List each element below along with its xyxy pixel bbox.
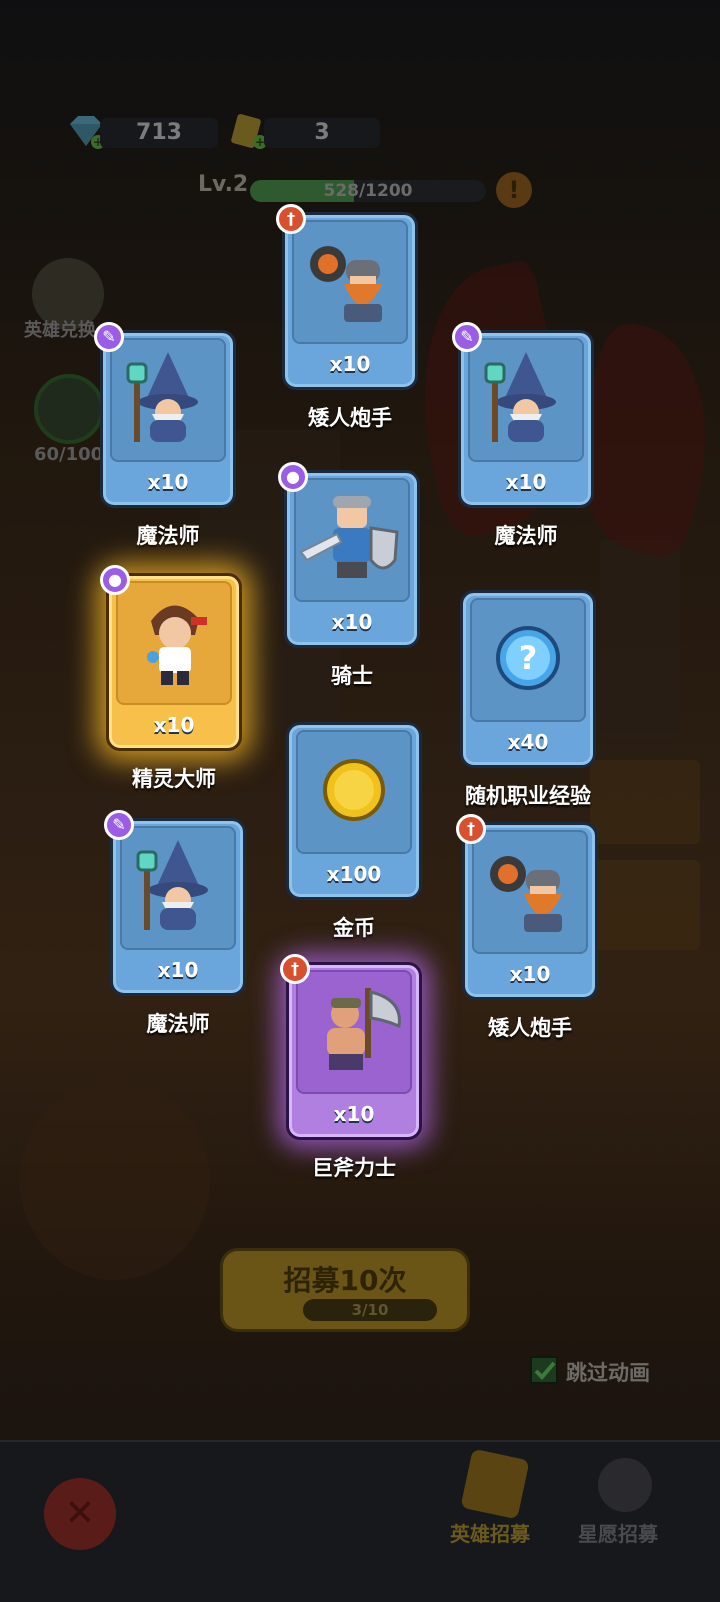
recruit-scroll-icon — [460, 1448, 530, 1520]
wand-badge-icon: ✎ — [452, 322, 482, 352]
card-name: 巨斧力士 — [312, 1156, 396, 1180]
xp-text: 528/1200 — [323, 181, 413, 201]
card-quantity: x10 — [509, 962, 551, 986]
reward-card[interactable]: † x10 巨斧力士 — [280, 954, 422, 1180]
card-art-panel — [296, 970, 412, 1094]
dwarf-cannoneer-icon — [300, 230, 400, 334]
gold-coin-icon — [319, 755, 389, 829]
elf-master-icon — [129, 591, 219, 695]
axe-warrior-icon — [299, 980, 409, 1084]
card-name: 精灵大师 — [132, 767, 216, 791]
card-quantity: x10 — [329, 352, 371, 376]
gem-icon: + — [66, 114, 105, 149]
wand-badge-icon: ✎ — [104, 810, 134, 840]
paw-badge-icon: ● — [100, 565, 130, 595]
alert-icon[interactable]: ! — [496, 172, 532, 208]
star-progress-label: 60/100 — [34, 444, 104, 465]
reward-card[interactable]: † x10 矮人炮手 — [276, 204, 418, 430]
hero-exchange-label: 英雄兑换 — [24, 320, 96, 341]
card-name: 矮人炮手 — [308, 406, 392, 430]
card-quantity: x10 — [331, 610, 373, 634]
skip-animation-label: 跳过动画 — [566, 1361, 650, 1385]
card-quantity: x10 — [147, 470, 189, 494]
sword-badge-icon: † — [456, 814, 486, 844]
card-quantity: x100 — [326, 862, 382, 886]
card-art-panel — [116, 581, 232, 705]
reward-card[interactable]: ● x10 精灵大师 — [100, 565, 242, 791]
close-button[interactable]: ✕ — [44, 1478, 116, 1550]
card-name: 随机职业经验 — [465, 784, 591, 808]
card-quantity: x10 — [505, 470, 547, 494]
card-art-panel — [296, 730, 412, 854]
wish-recruit-label: 星愿招募 — [578, 1522, 658, 1546]
card-quantity: x10 — [153, 713, 195, 737]
card-name: 矮人炮手 — [488, 1016, 572, 1040]
level-label: Lv.2 — [198, 172, 249, 197]
knight-icon — [297, 488, 407, 592]
sword-badge-icon: † — [276, 204, 306, 234]
reward-card[interactable]: ✎ x10 魔法师 — [452, 322, 594, 548]
sword-badge-icon: † — [280, 954, 310, 984]
recruit-10-button[interactable]: 招募10次 3/10 — [220, 1248, 470, 1332]
skip-animation-checkbox[interactable] — [530, 1356, 558, 1384]
ticket-count: 3 — [264, 118, 380, 148]
card-art-panel: ? — [470, 598, 586, 722]
wand-badge-icon: ✎ — [94, 322, 124, 352]
hero-recruit-tab[interactable]: 英雄招募 — [450, 1448, 546, 1554]
reward-card[interactable]: † x10 矮人炮手 — [456, 814, 598, 1040]
card-art-panel — [120, 826, 236, 950]
card-art-panel — [472, 830, 588, 954]
reward-card[interactable]: ? x40 随机职业经验 — [460, 590, 596, 808]
check-icon — [534, 1361, 556, 1380]
card-quantity: x10 — [157, 958, 199, 982]
card-quantity: x10 — [333, 1102, 375, 1126]
paw-badge-icon: ● — [278, 462, 308, 492]
card-name: 金币 — [333, 916, 375, 940]
reward-card[interactable]: ✎ x10 魔法师 — [104, 810, 246, 1036]
card-art-panel — [468, 338, 584, 462]
card-art-panel — [292, 220, 408, 344]
wish-star-icon — [598, 1458, 652, 1512]
xp-progress-bar: 528/1200 — [250, 180, 486, 202]
wish-recruit-tab[interactable]: 星愿招募 — [578, 1454, 674, 1554]
card-name: 魔法师 — [494, 524, 558, 548]
question-orb-icon: ? — [493, 623, 563, 697]
wizard-icon — [130, 836, 226, 940]
recruit-10-label: 招募10次 — [283, 1264, 407, 1297]
card-art-panel — [294, 478, 410, 602]
hero-recruit-label: 英雄招募 — [450, 1522, 530, 1546]
svg-text:?: ? — [519, 639, 538, 677]
card-name: 骑士 — [331, 664, 373, 688]
card-quantity: x40 — [507, 730, 549, 754]
card-art-panel — [110, 338, 226, 462]
wizard-icon — [120, 348, 216, 452]
card-name: 魔法师 — [136, 524, 200, 548]
ticket-icon: + — [228, 112, 267, 149]
card-name: 魔法师 — [146, 1012, 210, 1036]
star-progress-button[interactable] — [34, 374, 104, 444]
dwarf-cannoneer-icon — [480, 840, 580, 944]
gem-count: 713 — [100, 118, 218, 148]
reward-card[interactable]: ✎ x10 魔法师 — [94, 322, 236, 548]
reward-card[interactable]: ● x10 骑士 — [278, 462, 420, 688]
reward-card[interactable]: x100 金币 — [286, 722, 422, 940]
recruit-progress: 3/10 — [303, 1299, 437, 1321]
wizard-icon — [478, 348, 574, 452]
